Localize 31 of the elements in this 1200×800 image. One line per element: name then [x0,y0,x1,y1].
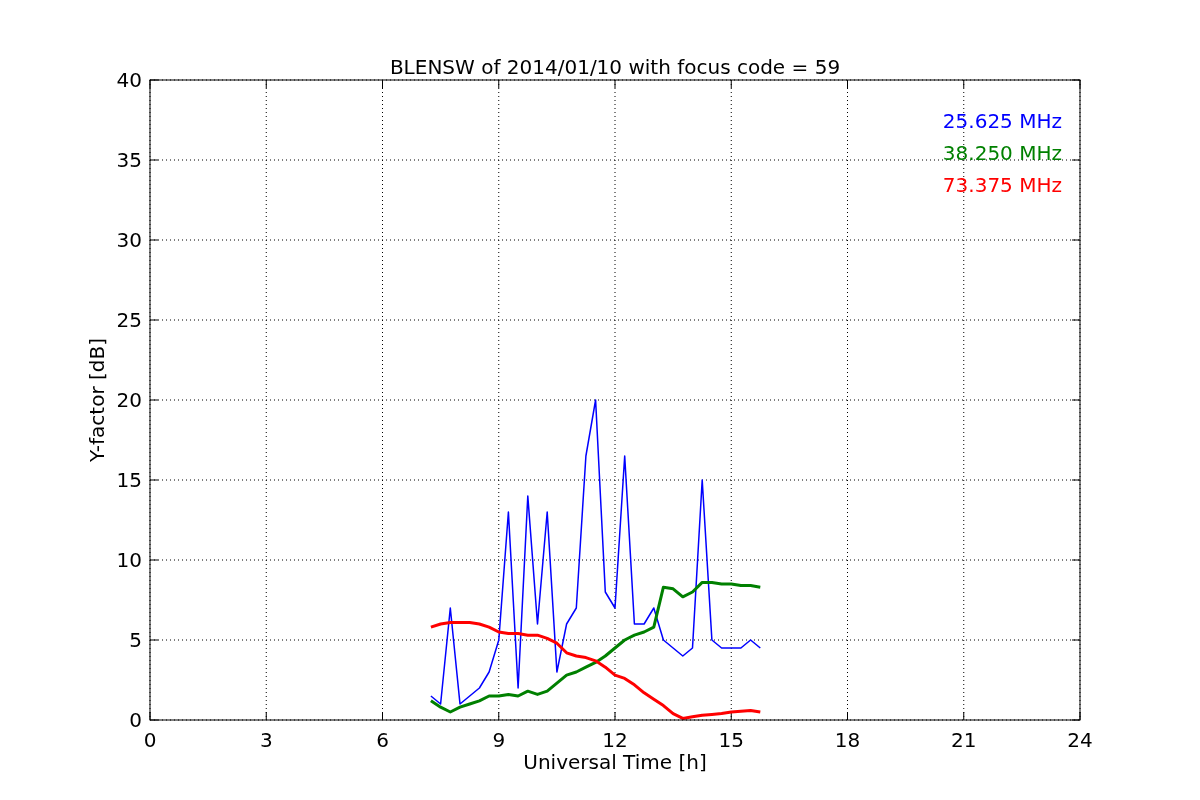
tick-label: 5 [129,628,142,652]
tick-label: 21 [951,728,977,752]
tick-label: 18 [834,728,861,752]
y-axis-label: Y-factor [dB] [85,338,109,462]
tick-label: 6 [376,728,389,752]
tick-label: 30 [116,228,142,252]
legend-label: 25.625 MHz [942,109,1062,133]
tick-label: 12 [602,728,628,752]
tick-mark [382,711,383,721]
x-axis-label: Universal Time [h] [523,750,707,774]
tick-label: 0 [143,728,157,752]
tick-label: 24 [1067,728,1093,752]
tick-mark [498,711,500,721]
tick-mark [265,711,267,721]
tick-label: 15 [718,728,744,752]
legend-label: 73.375 MHz [942,173,1062,197]
tick-label: 9 [492,728,506,752]
chart-title: BLENSW of 2014/01/10 with focus code = 59 [389,55,841,79]
tick-label: 10 [116,548,142,572]
tick-mark [614,711,616,721]
tick-label: 15 [116,468,142,492]
tick-mark [963,711,965,721]
tick-label: 40 [116,68,142,92]
tick-label: 0 [129,708,142,732]
tick-label: 3 [259,728,273,752]
tick-label: 20 [116,388,142,412]
legend-label: 38.250 MHz [942,141,1062,165]
tick-mark [847,711,848,721]
tick-mark [730,711,732,721]
tick-label: 25 [116,308,142,332]
tick-label: 35 [116,148,142,172]
